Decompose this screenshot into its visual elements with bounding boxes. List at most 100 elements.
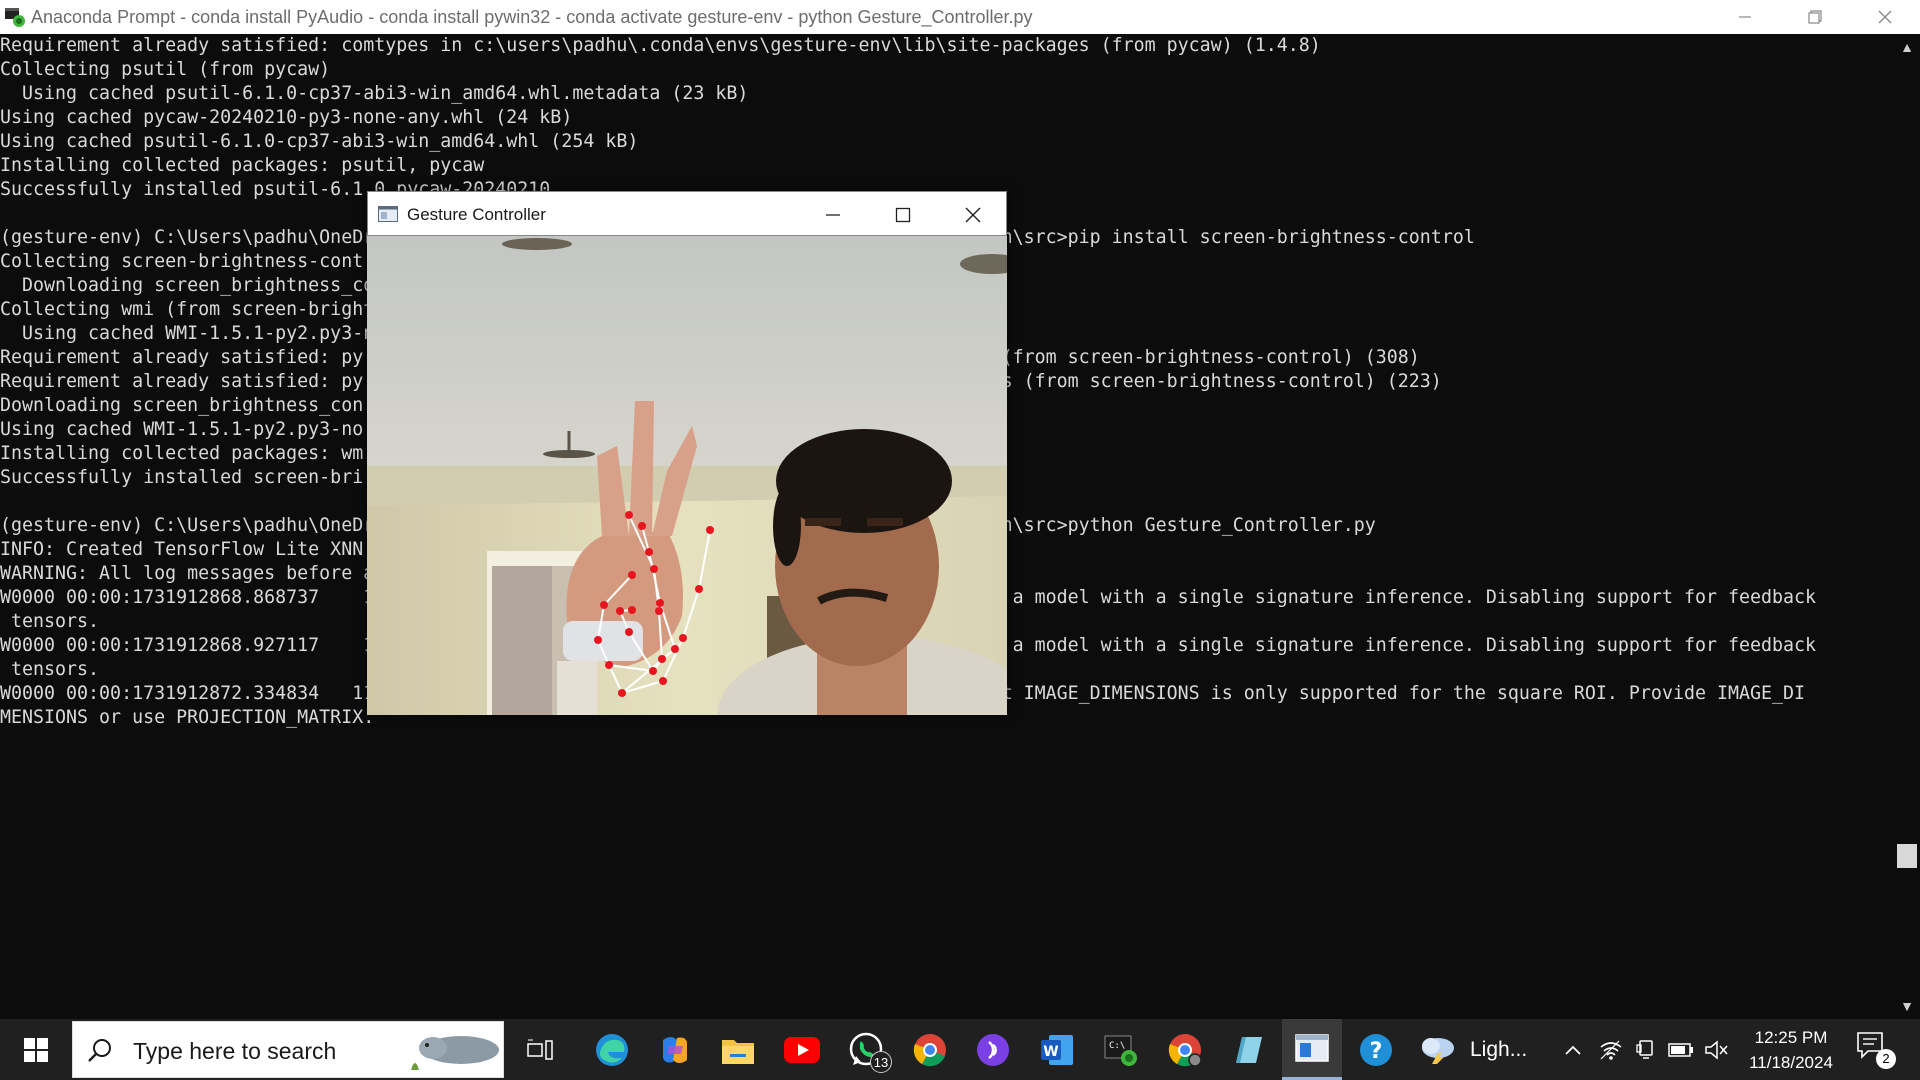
taskbar-app-chrome-profile[interactable]: [1155, 1019, 1215, 1080]
landmark-point: [659, 677, 667, 685]
start-button[interactable]: [0, 1019, 72, 1080]
console-line: Collecting psutil (from pycaw): [0, 59, 331, 80]
console-line: Downloading screen_brightness_co: [0, 275, 375, 296]
youtube-icon: [783, 1036, 821, 1064]
console-line: Collecting wmi (from screen-bright: [0, 299, 375, 320]
console-line: Collecting screen-brightness-cont: [0, 251, 364, 272]
taskbar-search-box[interactable]: [72, 1021, 504, 1078]
gesture-controller-window[interactable]: Gesture Controller: [367, 191, 1007, 715]
landmark-point: [671, 645, 679, 653]
svg-text:C:\: C:\: [1109, 1041, 1125, 1051]
webcam-feed: [367, 236, 1007, 715]
landmark-point: [628, 606, 636, 614]
minimize-icon: [826, 213, 840, 216]
gesture-title-bar[interactable]: Gesture Controller: [367, 191, 1007, 236]
console-scrollbar[interactable]: ▲ ▼: [1894, 34, 1920, 1019]
landmark-point: [638, 522, 646, 530]
landmark-point: [706, 526, 714, 534]
landmark-point: [605, 661, 613, 669]
landmark-point: [616, 607, 624, 615]
close-icon: [965, 207, 981, 222]
console-line: Requirement already satisfied: comtypes …: [0, 35, 1321, 56]
taskbar-app-youtube[interactable]: [772, 1019, 832, 1080]
console-line: Using cached WMI-1.5.1-py2.py3-n: [0, 323, 375, 344]
landmark-point: [600, 601, 608, 609]
windows-start-icon: [24, 1037, 48, 1062]
console-line: Using cached pycaw-20240210-py3-none-any…: [0, 107, 573, 128]
taskbar-app-chrome[interactable]: [900, 1019, 960, 1080]
chevron-up-icon: [1565, 1045, 1581, 1055]
landmark-point: [656, 599, 664, 607]
svg-text:?: ?: [1370, 1039, 1383, 1064]
task-view-icon: [527, 1039, 553, 1061]
weather-widget[interactable]: [1408, 1019, 1468, 1080]
anaconda-prompt-icon: C:\: [1103, 1033, 1139, 1067]
display-icon: [1636, 1040, 1653, 1059]
chrome-profile-icon: [1167, 1032, 1203, 1068]
notification-center-button[interactable]: 2: [1856, 1031, 1896, 1069]
search-highlight-art-icon: [411, 1036, 499, 1070]
taskbar-app-podcast-app[interactable]: [963, 1019, 1023, 1080]
taskbar-app-file-explorer[interactable]: [708, 1019, 768, 1080]
svg-text:W: W: [1043, 1044, 1058, 1060]
clock-date: 11/18/2024: [1749, 1053, 1833, 1072]
taskbar-app-notes-app[interactable]: [1218, 1019, 1278, 1080]
taskbar-app-help[interactable]: ?: [1346, 1019, 1406, 1080]
network-button[interactable]: [1598, 1037, 1624, 1063]
search-icon: [88, 1039, 111, 1062]
edge-icon: [594, 1032, 630, 1068]
file-explorer-icon: [720, 1034, 756, 1066]
console-line: WARNING: All log messages before a: [0, 563, 375, 584]
console-restore-button[interactable]: [1780, 0, 1850, 34]
unread-count-badge: 13: [870, 1051, 892, 1073]
weather-label[interactable]: Ligh...: [1470, 1038, 1527, 1062]
gesture-controller-taskbar-icon: [1294, 1033, 1330, 1063]
landmark-point: [645, 548, 653, 556]
taskbar-app-anaconda-prompt[interactable]: C:\: [1091, 1019, 1151, 1080]
battery-icon: [1668, 1043, 1693, 1057]
taskbar-app-copilot[interactable]: [645, 1019, 705, 1080]
landmark-point: [618, 689, 626, 697]
show-hidden-icons-button[interactable]: [1560, 1037, 1586, 1063]
clock-time: 12:25 PM: [1754, 1028, 1828, 1047]
landmark-point: [650, 565, 658, 573]
scroll-up-arrow-icon[interactable]: ▲: [1900, 40, 1914, 54]
gesture-minimize-button[interactable]: [798, 192, 868, 237]
landmark-point: [695, 585, 703, 593]
taskbar-app-task-view[interactable]: [510, 1019, 570, 1080]
search-input[interactable]: [131, 1032, 435, 1070]
gesture-close-button[interactable]: [938, 192, 1008, 237]
console-minimize-button[interactable]: [1710, 0, 1780, 34]
battery-button[interactable]: [1668, 1037, 1694, 1063]
console-line: Installing collected packages: psutil, p…: [0, 155, 485, 176]
console-title-bar[interactable]: Anaconda Prompt - conda install PyAudio …: [0, 0, 1920, 34]
restore-icon: [1808, 10, 1822, 24]
display-project-button[interactable]: [1634, 1037, 1660, 1063]
taskbar-app-gesture-controller-taskbar[interactable]: [1282, 1019, 1342, 1080]
taskbar-app-whatsapp[interactable]: 13: [836, 1019, 896, 1080]
close-icon: [1878, 10, 1892, 24]
console-line: MENSIONS or use PROJECTION_MATRIX.: [0, 707, 375, 728]
taskbar-app-word[interactable]: W: [1027, 1019, 1087, 1080]
console-line: Successfully installed screen-bri: [0, 467, 364, 488]
scroll-down-arrow-icon[interactable]: ▼: [1900, 999, 1914, 1013]
maximize-icon: [895, 207, 911, 222]
console-window-title: Anaconda Prompt - conda install PyAudio …: [31, 7, 1033, 27]
gesture-maximize-button[interactable]: [868, 192, 938, 237]
landmark-point: [658, 655, 666, 663]
volume-muted-icon: [1705, 1040, 1728, 1060]
console-close-button[interactable]: [1850, 0, 1920, 34]
chrome-icon: [912, 1032, 948, 1068]
help-icon: ?: [1358, 1032, 1394, 1068]
console-line: Using cached psutil-6.1.0-cp37-abi3-win_…: [0, 83, 749, 104]
console-line: Installing collected packages: wm: [0, 443, 364, 464]
landmark-point: [625, 511, 633, 519]
scrollbar-thumb[interactable]: [1897, 844, 1917, 868]
volume-button[interactable]: [1703, 1037, 1729, 1063]
taskbar-clock[interactable]: 12:25 PM 11/18/2024: [1732, 1025, 1850, 1075]
landmark-point: [679, 634, 687, 642]
taskbar-app-edge[interactable]: [582, 1019, 642, 1080]
gesture-window-title: Gesture Controller: [407, 205, 546, 224]
podcast-app-icon: [975, 1032, 1011, 1068]
taskbar: 13 W C:\? Ligh...: [0, 1019, 1920, 1080]
